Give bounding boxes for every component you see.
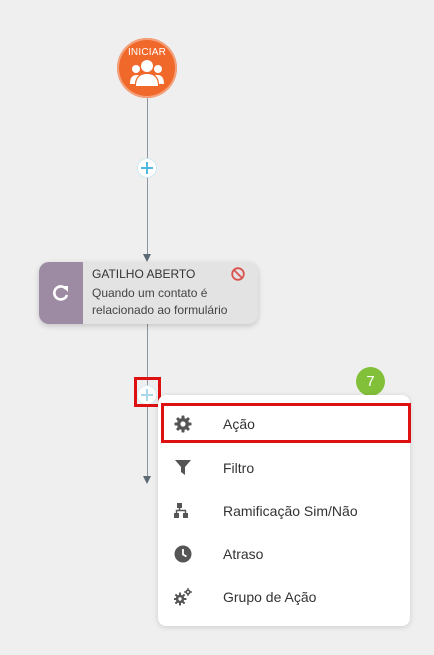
menu-item-label: Atraso xyxy=(223,546,264,562)
trigger-icon-panel xyxy=(39,262,83,324)
gears-icon xyxy=(174,588,192,606)
menu-item-grupo-acao[interactable]: Grupo de Ação xyxy=(158,575,410,618)
menu-item-atraso[interactable]: Atraso xyxy=(158,532,410,575)
menu-item-label: Ramificação Sim/Não xyxy=(223,503,358,519)
connector-arrow-bottom xyxy=(143,476,151,484)
step-badge: 7 xyxy=(356,367,385,396)
refresh-icon xyxy=(53,285,69,301)
filter-icon xyxy=(175,460,191,475)
trigger-description: Quando um contato é relacionado ao formu… xyxy=(92,286,228,317)
branch-icon xyxy=(174,503,188,518)
highlight-box-add-button xyxy=(134,377,161,407)
trigger-node[interactable]: GATILHO ABERTO Quando um contato é relac… xyxy=(39,262,258,324)
start-node[interactable]: INICIAR xyxy=(117,38,177,98)
delete-icon[interactable] xyxy=(231,267,245,281)
menu-item-label: Grupo de Ação xyxy=(223,589,317,605)
menu-item-filtro[interactable]: Filtro xyxy=(158,446,410,489)
users-icon xyxy=(130,60,164,86)
trigger-title: GATILHO ABERTO xyxy=(92,267,196,281)
menu-item-ramificacao[interactable]: Ramificação Sim/Não xyxy=(158,489,410,532)
menu-item-label: Filtro xyxy=(223,460,255,476)
connector-arrow-top xyxy=(143,254,151,262)
clock-icon xyxy=(174,545,192,563)
plus-icon xyxy=(141,162,153,174)
start-label: INICIAR xyxy=(127,47,167,58)
add-step-button-top[interactable] xyxy=(137,158,157,178)
highlight-box-menu-item xyxy=(161,403,411,443)
